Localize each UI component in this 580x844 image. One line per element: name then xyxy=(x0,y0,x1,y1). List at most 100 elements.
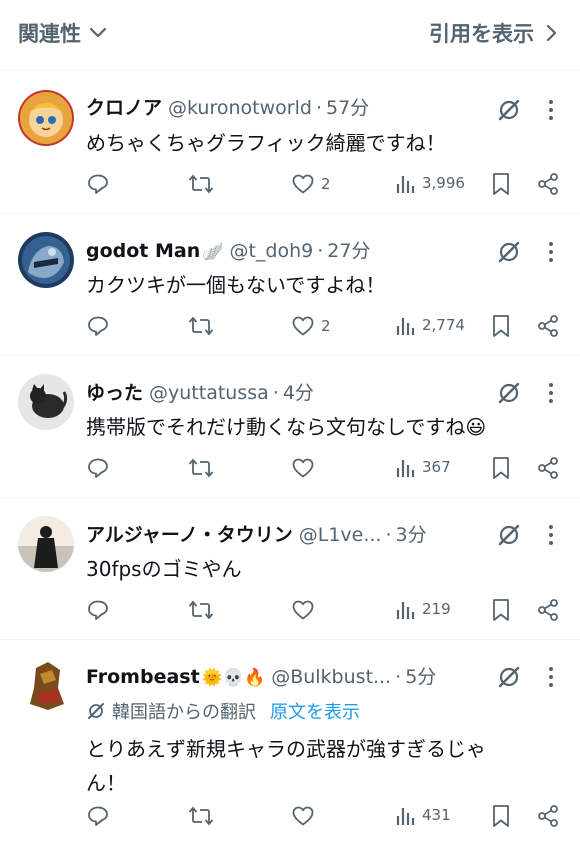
separator-dot: · xyxy=(395,666,402,688)
translation-row: 韓国語からの翻訳 原文を表示 xyxy=(86,698,360,724)
grok-icon[interactable] xyxy=(496,239,522,265)
display-name[interactable]: アルジャーノ・タウリン xyxy=(86,520,293,547)
views-button[interactable]: 2,774 xyxy=(396,314,465,336)
views-button[interactable]: 3,996 xyxy=(396,172,465,194)
timestamp[interactable]: 3分 xyxy=(396,520,427,547)
views-button[interactable]: 367 xyxy=(396,456,451,478)
bookmark-button[interactable] xyxy=(491,598,511,622)
user-handle[interactable]: @yuttatussa xyxy=(149,382,269,404)
post-header: Frombeast 🌞💀🔥 @Bulkbust... · 5分 xyxy=(86,662,490,690)
repost-icon xyxy=(188,600,214,620)
reply-icon xyxy=(88,458,108,478)
avatar[interactable] xyxy=(18,232,74,288)
repost-button[interactable] xyxy=(188,598,214,622)
display-name[interactable]: godot Man xyxy=(86,240,200,262)
views-button[interactable]: 431 xyxy=(396,804,451,826)
timestamp[interactable]: 5分 xyxy=(405,662,436,689)
action-bar: 431 xyxy=(86,804,566,834)
user-handle[interactable]: @Bulkbust... xyxy=(271,666,391,688)
more-options-icon[interactable] xyxy=(544,99,558,121)
reply-post[interactable]: ゆった @yuttatussa · 4分 携帯版でそれだけ動くなら文句なしですね… xyxy=(0,355,580,497)
name-badge-emoji: 🪽 xyxy=(202,242,224,262)
reply-post[interactable]: godot Man 🪽 @t_doh9 · 27分 カクツキが一個もないですよね… xyxy=(0,213,580,355)
grok-icon[interactable] xyxy=(496,664,522,690)
view-quotes-label: 引用を表示 xyxy=(429,22,534,46)
more-options-icon[interactable] xyxy=(544,666,558,688)
post-header: godot Man 🪽 @t_doh9 · 27分 xyxy=(86,236,490,264)
like-button[interactable] xyxy=(291,456,321,480)
like-button[interactable] xyxy=(291,804,321,828)
like-button[interactable]: 2 xyxy=(291,314,331,338)
reply-icon xyxy=(88,316,108,336)
repost-button[interactable] xyxy=(188,804,214,828)
bookmark-button[interactable] xyxy=(491,804,511,828)
reply-post[interactable]: Frombeast 🌞💀🔥 @Bulkbust... · 5分 韓国語からの翻訳… xyxy=(0,639,580,844)
view-count: 367 xyxy=(422,458,451,476)
user-handle[interactable]: @L1ve... xyxy=(299,524,382,546)
display-name[interactable]: ゆった xyxy=(86,378,143,405)
reply-icon xyxy=(88,806,108,826)
share-button[interactable] xyxy=(536,804,560,828)
translation-note: 韓国語からの翻訳 xyxy=(112,702,256,723)
reply-button[interactable] xyxy=(86,456,110,480)
action-bar: 367 xyxy=(86,456,566,486)
action-bar: 2 3,996 xyxy=(86,172,566,202)
grok-icon[interactable] xyxy=(496,380,522,406)
share-icon xyxy=(538,315,558,337)
more-options-icon[interactable] xyxy=(544,382,558,404)
view-quotes-link[interactable]: 引用を表示 xyxy=(429,18,558,48)
timestamp[interactable]: 57分 xyxy=(326,93,369,120)
reply-post[interactable]: アルジャーノ・タウリン @L1ve... · 3分 30fpsのゴミやん 219 xyxy=(0,497,580,639)
avatar[interactable] xyxy=(18,374,74,430)
avatar[interactable] xyxy=(18,658,74,714)
grok-icon[interactable] xyxy=(496,522,522,548)
bookmark-button[interactable] xyxy=(491,172,511,196)
view-count: 3,996 xyxy=(422,174,465,192)
separator-dot: · xyxy=(385,524,392,546)
post-header: アルジャーノ・タウリン @L1ve... · 3分 xyxy=(86,520,490,548)
post-text: 携帯版でそれだけ動くなら文句なしですね😃 xyxy=(86,415,487,439)
timestamp[interactable]: 4分 xyxy=(283,378,314,405)
share-button[interactable] xyxy=(536,172,560,196)
repost-button[interactable] xyxy=(188,314,214,338)
avatar[interactable] xyxy=(18,516,74,572)
post-header: ゆった @yuttatussa · 4分 xyxy=(86,378,490,406)
user-handle[interactable]: @t_doh9 xyxy=(229,240,313,262)
more-options-icon[interactable] xyxy=(544,241,558,263)
reply-button[interactable] xyxy=(86,314,110,338)
post-text-line: とりあえず新規キャラの武器が強すぎるじゃ xyxy=(86,737,486,761)
like-button[interactable]: 2 xyxy=(291,172,331,196)
display-name[interactable]: クロノア xyxy=(86,93,162,120)
post-text-line: ん！ xyxy=(86,771,126,795)
user-handle[interactable]: @kuronotworld xyxy=(168,97,312,119)
avatar[interactable] xyxy=(18,90,74,146)
views-icon xyxy=(396,318,415,335)
views-button[interactable]: 219 xyxy=(396,598,451,620)
show-original-link[interactable]: 原文を表示 xyxy=(270,698,360,724)
grok-icon[interactable] xyxy=(496,97,522,123)
bookmark-icon xyxy=(493,315,509,337)
repost-icon xyxy=(188,316,214,336)
timestamp[interactable]: 27分 xyxy=(327,236,370,263)
more-options-icon[interactable] xyxy=(544,524,558,546)
share-icon xyxy=(538,173,558,195)
reply-button[interactable] xyxy=(86,172,110,196)
sort-dropdown[interactable]: 関連性 xyxy=(18,18,107,48)
view-count: 219 xyxy=(422,600,451,618)
share-button[interactable] xyxy=(536,456,560,480)
bookmark-button[interactable] xyxy=(491,314,511,338)
sort-label: 関連性 xyxy=(18,22,81,46)
repost-button[interactable] xyxy=(188,456,214,480)
repost-button[interactable] xyxy=(188,172,214,196)
reply-button[interactable] xyxy=(86,598,110,622)
share-icon xyxy=(538,805,558,827)
display-name[interactable]: Frombeast xyxy=(86,666,200,688)
share-button[interactable] xyxy=(536,314,560,338)
view-count: 431 xyxy=(422,806,451,824)
reply-button[interactable] xyxy=(86,804,110,828)
bookmark-icon xyxy=(493,173,509,195)
share-button[interactable] xyxy=(536,598,560,622)
like-button[interactable] xyxy=(291,598,321,622)
reply-post[interactable]: クロノア @kuronotworld · 57分 めちゃくちゃグラフィック綺麗で… xyxy=(0,70,580,212)
bookmark-button[interactable] xyxy=(491,456,511,480)
